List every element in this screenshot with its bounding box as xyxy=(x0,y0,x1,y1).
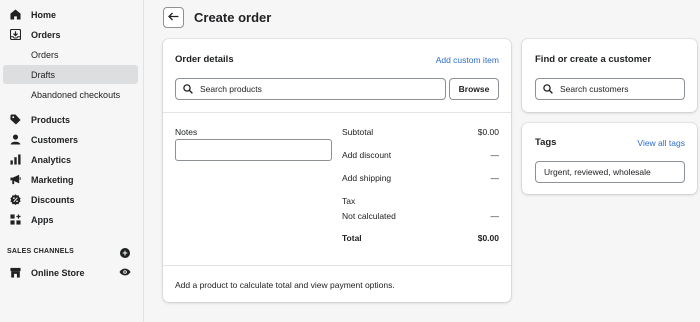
notes-label: Notes xyxy=(175,127,198,137)
view-all-tags-link[interactable]: View all tags xyxy=(637,138,685,148)
subtotal-value: $0.00 xyxy=(477,127,499,137)
eye-icon[interactable] xyxy=(119,267,131,277)
sales-channels-title: SALES CHANNELS xyxy=(7,248,74,255)
add-shipping-link[interactable]: Add shipping xyxy=(342,173,391,183)
sidebar-item-label: Apps xyxy=(31,214,54,225)
divider xyxy=(163,265,511,266)
add-discount-link[interactable]: Add discount xyxy=(342,150,391,160)
add-custom-item-link[interactable]: Add custom item xyxy=(436,55,499,65)
add-sales-channel-icon[interactable]: + xyxy=(120,248,130,258)
tags-card: Tags View all tags Urgent, reviewed, who… xyxy=(522,123,697,194)
sidebar-subitem-abandoned-checkouts[interactable]: Abandoned checkouts xyxy=(3,85,138,104)
tag-icon xyxy=(9,114,21,126)
tax-value: — xyxy=(490,211,500,221)
arrow-left-icon xyxy=(168,12,179,23)
search-icon xyxy=(543,84,553,94)
tax-status: Not calculated xyxy=(342,211,396,221)
sidebar-item-products[interactable]: Products xyxy=(3,110,138,129)
megaphone-icon xyxy=(9,174,21,186)
discount-icon xyxy=(9,194,21,206)
sidebar-subitem-orders[interactable]: Orders xyxy=(3,45,138,64)
sidebar-item-orders[interactable]: Orders xyxy=(3,25,138,44)
sidebar-item-label: Products xyxy=(31,114,71,125)
customer-card: Find or create a customer Search custome… xyxy=(522,39,697,112)
customer-card-title: Find or create a customer xyxy=(535,54,652,65)
total-label: Total xyxy=(342,233,362,243)
sidebar-item-label: Customers xyxy=(31,134,79,145)
footer-hint: Add a product to calculate total and vie… xyxy=(175,280,395,290)
divider xyxy=(163,112,511,113)
subtotal-label: Subtotal xyxy=(342,127,374,137)
search-icon xyxy=(183,84,193,94)
search-products-placeholder: Search products xyxy=(200,84,262,94)
search-customers-placeholder: Search customers xyxy=(560,84,629,94)
sidebar-item-analytics[interactable]: Analytics xyxy=(3,150,138,169)
sidebar-item-label: Marketing xyxy=(31,174,74,185)
discount-value: — xyxy=(490,150,500,160)
order-details-card: Order details Add custom item Search pro… xyxy=(163,39,511,302)
sidebar-subitem-drafts[interactable]: Drafts xyxy=(3,65,138,84)
orders-icon xyxy=(9,29,21,41)
total-value: $0.00 xyxy=(477,233,499,243)
back-button[interactable] xyxy=(163,7,184,28)
notes-field[interactable] xyxy=(175,139,332,161)
tags-input[interactable]: Urgent, reviewed, wholesale xyxy=(535,161,685,183)
sidebar-subitem-label: Drafts xyxy=(31,69,56,80)
search-products-input[interactable]: Search products xyxy=(175,78,446,100)
person-icon xyxy=(9,134,21,146)
sidebar-item-marketing[interactable]: Marketing xyxy=(3,170,138,189)
browse-button[interactable]: Browse xyxy=(449,78,499,100)
sidebar-item-label: Analytics xyxy=(31,154,72,165)
tags-card-title: Tags xyxy=(535,137,557,148)
page-title: Create order xyxy=(194,10,272,25)
sidebar-item-apps[interactable]: Apps xyxy=(3,210,138,229)
sidebar: Home Orders Orders Drafts Abandoned chec… xyxy=(0,0,144,322)
shipping-value: — xyxy=(490,173,500,183)
bar-chart-icon xyxy=(9,154,21,166)
apps-icon xyxy=(9,214,21,226)
sidebar-item-label: Discounts xyxy=(31,194,75,205)
store-icon xyxy=(9,267,21,279)
home-icon xyxy=(9,9,21,21)
sidebar-item-label: Orders xyxy=(31,29,61,40)
order-details-title: Order details xyxy=(175,54,234,65)
search-customers-input[interactable]: Search customers xyxy=(535,78,685,100)
sidebar-item-label: Home xyxy=(31,9,57,20)
tags-input-value: Urgent, reviewed, wholesale xyxy=(544,167,651,177)
tax-label: Tax xyxy=(342,196,356,206)
sidebar-subitem-label: Abandoned checkouts xyxy=(31,89,121,100)
sidebar-item-customers[interactable]: Customers xyxy=(3,130,138,149)
sidebar-item-label: Online Store xyxy=(31,267,85,278)
sidebar-subitem-label: Orders xyxy=(31,49,59,60)
sidebar-item-online-store[interactable]: Online Store xyxy=(3,263,138,282)
sidebar-item-home[interactable]: Home xyxy=(3,5,138,24)
sidebar-item-discounts[interactable]: Discounts xyxy=(3,190,138,209)
